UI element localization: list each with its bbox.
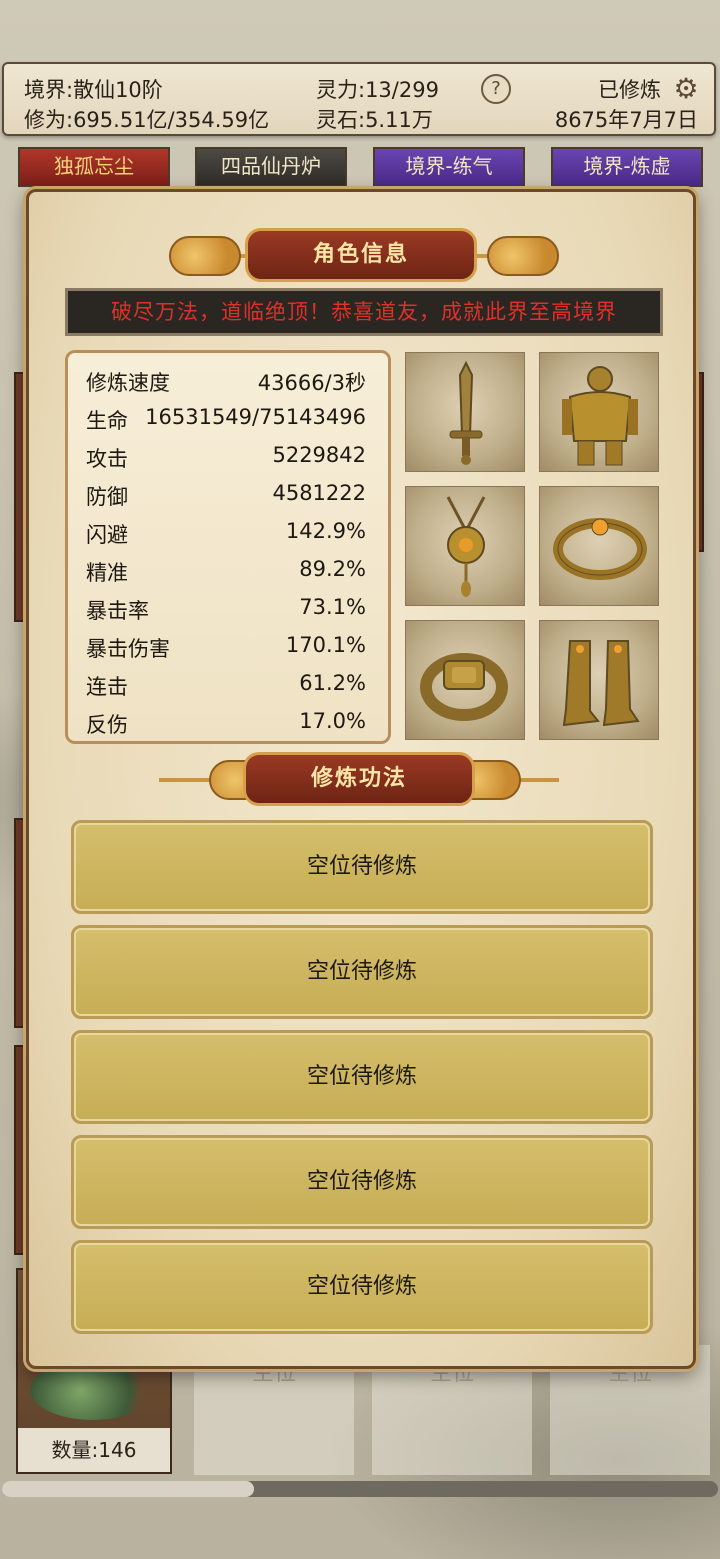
- stat-label: 连击: [86, 675, 128, 699]
- stat-label: 修炼速度: [86, 371, 170, 395]
- stat-value: 4581222: [272, 481, 366, 505]
- equipment-slot-bracelet[interactable]: [539, 486, 659, 606]
- tab-alchemy-furnace[interactable]: 四品仙丹炉: [195, 147, 347, 187]
- modal-title-banner: 角色信息: [29, 228, 693, 284]
- skill-slot[interactable]: 空位待修炼: [71, 1030, 653, 1124]
- help-button[interactable]: ?: [481, 74, 511, 104]
- game-screen: 境界:散仙10阶 修为:695.51亿/354.59亿 灵力:13/299 灵石…: [0, 0, 720, 1559]
- spirit-stone-text: 灵石:5.11万: [316, 108, 433, 132]
- skill-slot[interactable]: 空位待修炼: [71, 1240, 653, 1334]
- ring-icon: [420, 653, 508, 721]
- scrollbar-thumb[interactable]: [2, 1481, 254, 1497]
- amulet-icon: [446, 496, 486, 597]
- tab-character[interactable]: 独孤忘尘: [18, 147, 170, 187]
- stat-label: 攻击: [86, 447, 128, 471]
- game-date: 8675年7月7日: [554, 108, 698, 132]
- equipment-slot-ring[interactable]: [405, 620, 525, 740]
- cloud-ornament-icon: [487, 236, 559, 276]
- stat-label: 暴击伤害: [86, 637, 170, 661]
- stat-label: 暴击率: [86, 599, 149, 623]
- stat-row: 连击 61.2%: [86, 671, 366, 707]
- stat-value: 142.9%: [285, 519, 366, 543]
- status-bar: 境界:散仙10阶 修为:695.51亿/354.59亿 灵力:13/299 灵石…: [2, 62, 716, 136]
- stat-row: 防御 4581222: [86, 481, 366, 517]
- gear-icon[interactable]: ⚙: [669, 72, 703, 106]
- skill-slot[interactable]: 空位待修炼: [71, 925, 653, 1019]
- equipment-slot-sword[interactable]: [405, 352, 525, 472]
- skill-slot[interactable]: 空位待修炼: [71, 820, 653, 914]
- spirit-power-text: 灵力:13/299: [316, 78, 439, 102]
- herb-icon: [30, 1360, 156, 1420]
- stat-row: 暴击率 73.1%: [86, 595, 366, 631]
- stat-label: 闪避: [86, 523, 128, 547]
- stat-value: 16531549/75143496: [145, 405, 366, 429]
- stat-label: 生命: [86, 409, 128, 433]
- stats-panel: 修炼速度 43666/3秒 生命 16531549/75143496 攻击 52298…: [65, 350, 391, 744]
- stat-label: 反伤: [86, 713, 128, 737]
- stat-row: 反伤 17.0%: [86, 709, 366, 745]
- stat-row: 修炼速度 43666/3秒: [86, 367, 366, 403]
- realm-text: 境界:散仙10阶: [24, 78, 163, 102]
- stat-label: 精准: [86, 561, 128, 585]
- tab-realm-qi[interactable]: 境界-练气: [373, 147, 525, 187]
- character-info-modal: 角色信息 破尽万法，道临绝顶！恭喜道友，成就此界至高境界 修炼速度 43666/3…: [26, 189, 696, 1369]
- boots-icon: [562, 640, 640, 727]
- stat-label: 防御: [86, 485, 128, 509]
- equipment-slot-boots[interactable]: [539, 620, 659, 740]
- stat-value: 89.2%: [299, 557, 366, 581]
- skill-slot[interactable]: 空位待修炼: [71, 1135, 653, 1229]
- cultivation-status: 已修炼: [598, 78, 661, 102]
- realm-notice: 破尽万法，道临绝顶！恭喜道友，成就此界至高境界: [65, 288, 663, 336]
- stat-value: 73.1%: [299, 595, 366, 619]
- skills-title-banner: 修炼功法: [29, 752, 693, 808]
- stat-row: 生命 16531549/75143496: [86, 405, 366, 441]
- stat-row: 闪避 142.9%: [86, 519, 366, 555]
- equipment-slot-amulet[interactable]: [405, 486, 525, 606]
- stat-row: 暴击伤害 170.1%: [86, 633, 366, 669]
- horizontal-scrollbar[interactable]: [2, 1481, 718, 1497]
- cultivation-text: 修为:695.51亿/354.59亿: [24, 108, 270, 132]
- armor-icon: [562, 366, 638, 466]
- stat-value: 43666/3秒: [257, 371, 366, 395]
- herb-quantity: 数量:146: [18, 1428, 170, 1472]
- sword-icon: [449, 360, 483, 465]
- stat-value: 170.1%: [285, 633, 366, 657]
- stat-value: 61.2%: [299, 671, 366, 695]
- cloud-ornament-icon: [169, 236, 241, 276]
- bracelet-icon: [553, 518, 647, 580]
- stat-row: 精准 89.2%: [86, 557, 366, 593]
- stat-row: 攻击 5229842: [86, 443, 366, 479]
- skills-title: 修炼功法: [243, 752, 475, 806]
- tab-realm-void[interactable]: 境界-炼虚: [551, 147, 703, 187]
- modal-title: 角色信息: [245, 228, 477, 282]
- equipment-slot-armor[interactable]: [539, 352, 659, 472]
- stat-value: 5229842: [272, 443, 366, 467]
- stat-value: 17.0%: [299, 709, 366, 733]
